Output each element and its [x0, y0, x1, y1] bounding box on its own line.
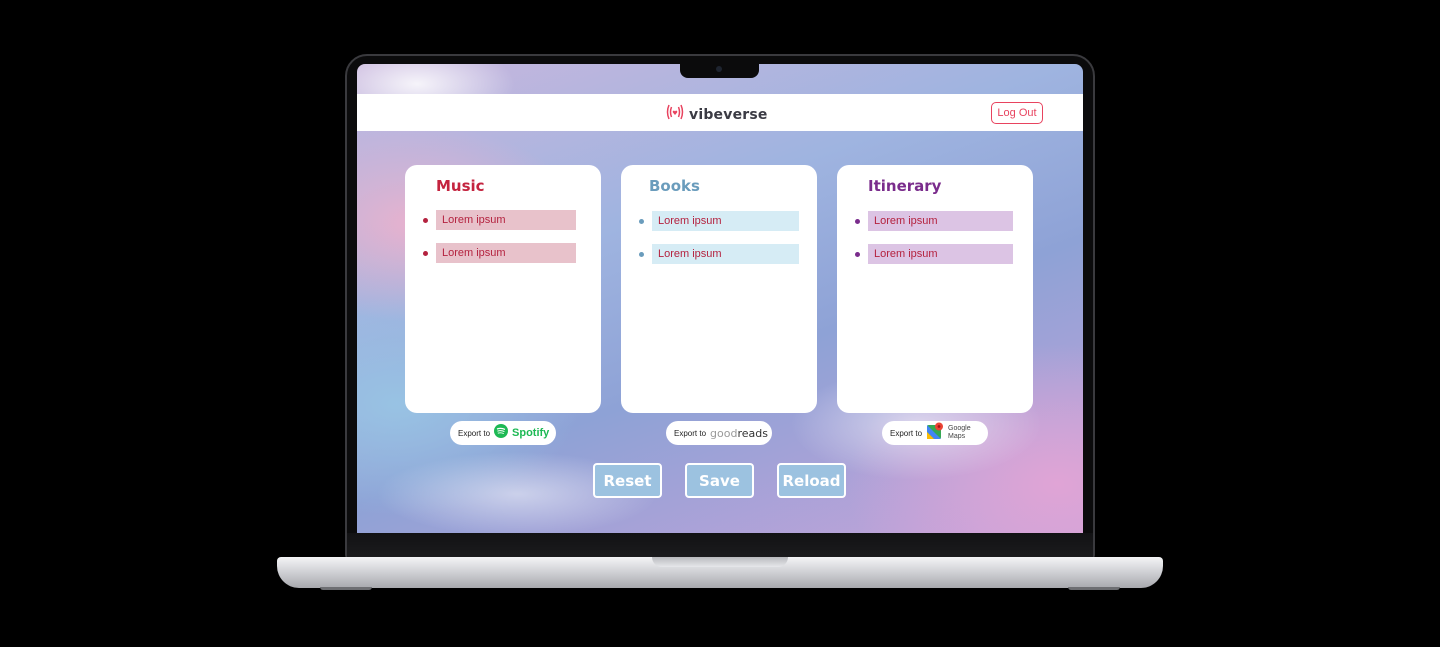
list-item[interactable]: Lorem ipsum [639, 244, 799, 264]
list-item[interactable]: Lorem ipsum [423, 243, 583, 263]
bullet-icon [639, 218, 644, 224]
export-google-maps-button[interactable]: Export to Google Maps [882, 421, 988, 445]
brand-logo[interactable]: vibeverse [665, 102, 768, 127]
list-item[interactable]: Lorem ipsum [423, 210, 583, 230]
logout-button[interactable]: Log Out [991, 102, 1043, 124]
bullet-icon [855, 218, 860, 224]
laptop-foot [1068, 587, 1120, 590]
save-button[interactable]: Save [685, 463, 754, 498]
music-card-title: Music [436, 177, 485, 195]
list-item[interactable]: Lorem ipsum [639, 211, 799, 231]
export-goodreads-button[interactable]: Export to goodreads [666, 421, 772, 445]
itinerary-card-title: Itinerary [868, 177, 942, 195]
app-screen: vibeverse Log Out Music Lorem ipsum Lore… [357, 64, 1083, 533]
list-item-label: Lorem ipsum [868, 244, 1013, 264]
list-item-label: Lorem ipsum [651, 244, 799, 264]
laptop-base [277, 557, 1163, 588]
list-item-label: Lorem ipsum [651, 211, 799, 231]
books-card-title: Books [649, 177, 700, 195]
list-item[interactable]: Lorem ipsum [855, 211, 1015, 231]
vibeverse-logo-icon [665, 102, 685, 127]
google-maps-service-name: Google Maps [948, 425, 971, 440]
reset-button[interactable]: Reset [593, 463, 662, 498]
spotify-icon [494, 423, 509, 443]
export-spotify-button[interactable]: Export to Spotify [450, 421, 556, 445]
export-label: Export to [890, 428, 923, 438]
app-header: vibeverse Log Out [357, 94, 1083, 131]
list-item-label: Lorem ipsum [436, 210, 576, 230]
music-card: Music Lorem ipsum Lorem ipsum [405, 165, 601, 413]
bullet-icon [639, 251, 644, 257]
bullet-icon [423, 217, 428, 223]
export-label: Export to [674, 428, 707, 438]
list-item[interactable]: Lorem ipsum [855, 244, 1015, 264]
bullet-icon [855, 251, 860, 257]
camera-notch [680, 64, 759, 78]
spotify-service-name: Spotify [512, 427, 550, 439]
reload-button[interactable]: Reload [777, 463, 846, 498]
bullet-icon [423, 250, 428, 256]
laptop-lip [652, 557, 788, 567]
laptop-bottom-bezel [347, 533, 1093, 557]
list-item-label: Lorem ipsum [868, 211, 1013, 231]
laptop-foot [320, 587, 372, 590]
google-maps-icon [926, 422, 944, 445]
camera-icon [716, 66, 722, 72]
export-label: Export to [458, 428, 491, 438]
brand-name: vibeverse [689, 106, 768, 123]
goodreads-logo: goodreads [710, 426, 768, 440]
itinerary-card: Itinerary Lorem ipsum Lorem ipsum [837, 165, 1033, 413]
list-item-label: Lorem ipsum [436, 243, 576, 263]
books-card: Books Lorem ipsum Lorem ipsum [621, 165, 817, 413]
